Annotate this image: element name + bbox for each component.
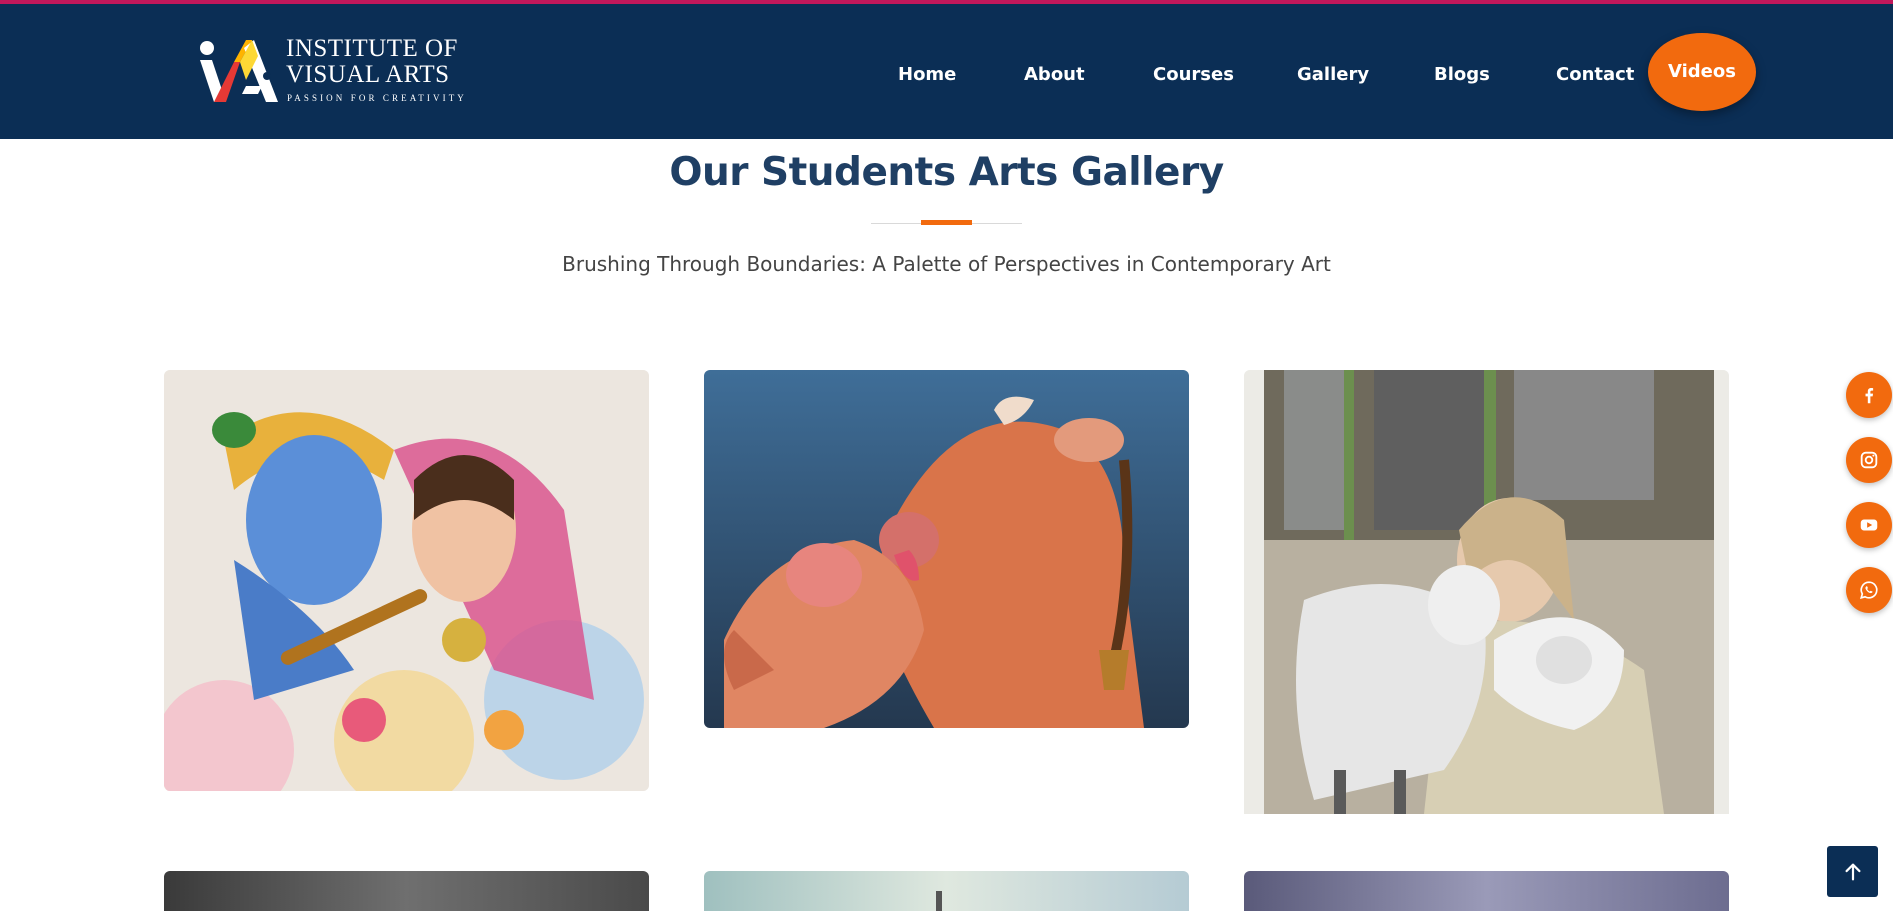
krishna-radha-painting-image [164, 370, 649, 791]
nav-courses[interactable]: Courses [1153, 59, 1234, 91]
dark-landscape-painting-image [164, 871, 649, 911]
youtube-button[interactable] [1846, 502, 1892, 548]
sky-landscape-painting-image [704, 871, 1189, 911]
nav-videos-button[interactable]: Videos [1648, 33, 1756, 111]
title-divider-accent [921, 220, 972, 225]
instagram-icon [1860, 451, 1878, 469]
nav-home[interactable]: Home [898, 59, 956, 91]
instagram-button[interactable] [1846, 437, 1892, 483]
gallery-item-purple-sky[interactable] [1244, 871, 1729, 911]
gallery-item-dark-landscape[interactable] [164, 871, 649, 911]
gallery-item-cows[interactable] [704, 370, 1189, 728]
girl-with-lambs-painting-image [1244, 370, 1729, 814]
nav-contact[interactable]: Contact [1556, 59, 1634, 91]
nav-blogs[interactable]: Blogs [1434, 59, 1490, 91]
purple-sky-painting-image [1244, 871, 1729, 911]
facebook-button[interactable] [1846, 372, 1892, 418]
page-title: Our Students Arts Gallery [669, 150, 1224, 195]
whatsapp-icon [1860, 581, 1878, 599]
youtube-icon [1860, 519, 1878, 531]
whatsapp-button[interactable] [1846, 567, 1892, 613]
gallery-item-sky-landscape[interactable] [704, 871, 1189, 911]
cows-painting-image [704, 370, 1189, 728]
page-subtitle: Brushing Through Boundaries: A Palette o… [562, 252, 1331, 276]
arrow-up-icon [1844, 863, 1861, 880]
nav-about[interactable]: About [1024, 59, 1085, 91]
main-nav: Home About Courses Gallery Blogs Contact… [0, 4, 1893, 139]
back-to-top-button[interactable] [1827, 846, 1878, 897]
gallery-item-krishna-radha[interactable] [164, 370, 649, 791]
gallery-item-girl-with-lambs[interactable] [1244, 370, 1729, 814]
nav-gallery[interactable]: Gallery [1297, 59, 1369, 91]
facebook-icon [1865, 388, 1874, 404]
